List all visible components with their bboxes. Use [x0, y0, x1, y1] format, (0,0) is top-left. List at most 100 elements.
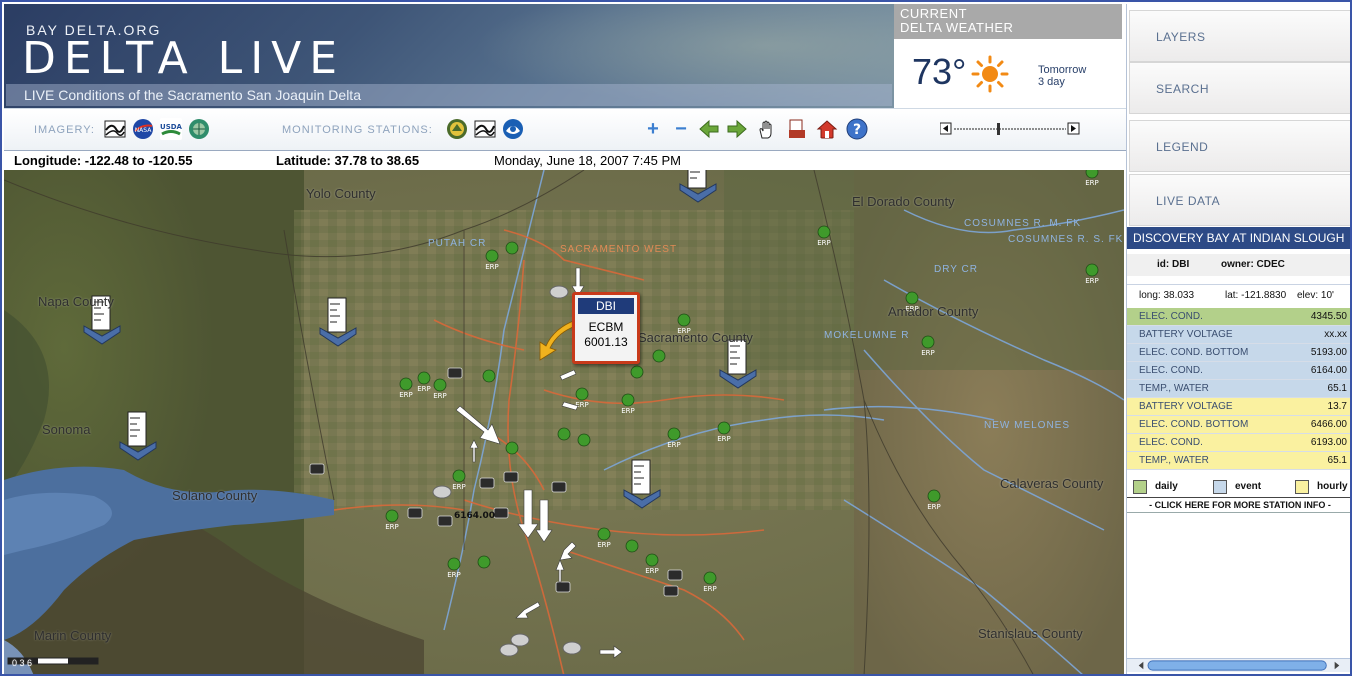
reading-label: ELEC. COND. — [1139, 365, 1203, 376]
popup-station-id: DBI — [578, 298, 634, 314]
place-yolo: Yolo County — [306, 186, 376, 201]
forecast-line2[interactable]: 3 day — [1038, 76, 1086, 88]
reading-row: BATTERY VOLTAGE 13.7 — [1127, 398, 1350, 416]
legend-event-label: event — [1235, 481, 1262, 492]
home-icon[interactable] — [816, 118, 838, 140]
nav-search-button[interactable]: SEARCH — [1129, 62, 1350, 114]
popup-param-value: 6001.13 — [584, 335, 628, 349]
river-cosumnes-s: COSUMNES R. S. FK — [1008, 234, 1124, 245]
river-new-melones: NEW MELONES — [984, 420, 1071, 431]
weather-heading: CURRENT DELTA WEATHER — [894, 4, 1122, 39]
river-putah: PUTAH CR — [428, 238, 487, 249]
nav-legend-button[interactable]: LEGEND — [1129, 120, 1350, 172]
nav-live-data-button[interactable]: LIVE DATA — [1129, 174, 1350, 226]
svg-text:ERP: ERP — [452, 483, 466, 491]
station-id: id: DBI — [1157, 259, 1190, 270]
nasa-icon[interactable]: NASA — [132, 118, 154, 140]
place-stanislaus: Stanislaus County — [978, 626, 1083, 641]
reading-row: TEMP., WATER 65.1 — [1127, 452, 1350, 470]
coordinate-bar: Longitude: -122.48 to -120.55 Latitude: … — [4, 150, 1126, 170]
river-cosumnes-m: COSUMNES R. M. FK — [964, 218, 1082, 229]
svg-text:ERP: ERP — [447, 571, 461, 579]
station-readings: ELEC. COND. 4345.50 BATTERY VOLTAGE xx.xx EL… — [1127, 308, 1350, 470]
svg-text:ERP: ERP — [703, 585, 717, 593]
date-time: Monday, June 18, 2007 7:45 PM — [494, 153, 681, 168]
station-elev: elev: 10' — [1297, 290, 1334, 301]
svg-text:NASA: NASA — [135, 127, 153, 134]
horizontal-scrollbar[interactable] — [1127, 658, 1351, 672]
help-icon[interactable]: ? — [846, 118, 868, 140]
place-napa: Napa County — [38, 294, 114, 309]
time-slider[interactable] — [940, 122, 1080, 136]
svg-text:ERP: ERP — [817, 239, 831, 247]
landsat-icon[interactable] — [104, 118, 126, 140]
place-sacramento: Sacramento County — [638, 330, 753, 345]
river-dry-cr: DRY CR — [934, 264, 978, 275]
map-view[interactable]: ERP ERP ERP ERP ERP ERP ERP ERP ERP ERP … — [4, 170, 1124, 674]
station-long: long: 38.033 — [1139, 290, 1195, 301]
reading-value: 13.7 — [1327, 401, 1347, 412]
reading-label: BATTERY VOLTAGE — [1139, 329, 1233, 340]
weather-heading-line2: DELTA WEATHER — [900, 20, 1014, 35]
legend-event-swatch — [1213, 480, 1227, 494]
svg-text:ERP: ERP — [417, 385, 431, 393]
usgs-icon[interactable] — [446, 118, 468, 140]
noaa-icon[interactable] — [502, 118, 524, 140]
forecast-line1[interactable]: Tomorrow — [1038, 64, 1086, 76]
reading-label: ELEC. COND. BOTTOM — [1139, 419, 1249, 430]
erp-label: ERP — [485, 263, 499, 271]
legend-hourly-swatch — [1295, 480, 1309, 494]
place-calaveras: Calaveras County — [1000, 476, 1104, 491]
monitoring-label: MONITORING STATIONS: — [282, 124, 433, 136]
zoom-in-icon[interactable]: + — [642, 118, 664, 140]
toolbar: IMAGERY: NASA USDA MONITORING STATIONS: … — [4, 108, 1126, 150]
nav-layers-button[interactable]: LAYERS — [1129, 10, 1350, 62]
scale-label: 0 3 6 — [12, 658, 33, 668]
app-title: DELTA LIVE — [22, 33, 346, 84]
svg-text:ERP: ERP — [717, 435, 731, 443]
reading-row: ELEC. COND. 6164.00 — [1127, 362, 1350, 380]
reading-label: TEMP., WATER — [1139, 455, 1209, 466]
zoom-out-icon[interactable]: − — [670, 118, 692, 140]
usda-icon[interactable]: USDA — [160, 118, 182, 140]
svg-text:ERP: ERP — [621, 407, 635, 415]
place-amador: Amador County — [888, 304, 979, 319]
more-station-info-link[interactable]: - CLICK HERE FOR MORE STATION INFO - — [1127, 497, 1350, 513]
weather-temperature: 73° — [912, 51, 967, 92]
reading-label: ELEC. COND. BOTTOM — [1139, 347, 1249, 358]
svg-text:?: ? — [853, 122, 861, 138]
app-subtitle: LIVE Conditions of the Sacramento San Jo… — [6, 84, 892, 106]
reading-label: TEMP., WATER — [1139, 383, 1209, 394]
reading-label: BATTERY VOLTAGE — [1139, 401, 1233, 412]
pan-left-icon[interactable] — [698, 118, 720, 140]
app-window: BAY DELTA.ORG DELTA LIVE LIVE Conditions… — [0, 0, 1352, 676]
svg-text:ERP: ERP — [927, 503, 941, 511]
svg-text:ERP: ERP — [1085, 179, 1099, 187]
cdec-icon[interactable] — [474, 118, 496, 140]
reading-row: ELEC. COND. 6193.00 — [1127, 434, 1350, 452]
legend-daily-label: daily — [1155, 481, 1178, 492]
station-id-row: id: DBI owner: CDEC — [1127, 254, 1350, 276]
hand-icon[interactable] — [756, 118, 778, 140]
reading-value: 65.1 — [1327, 383, 1347, 394]
forecast-link[interactable]: Tomorrow 3 day — [1038, 64, 1086, 88]
place-solano: Solano County — [172, 488, 258, 503]
reading-value: 5193.00 — [1310, 347, 1347, 358]
svg-text:ERP: ERP — [921, 349, 935, 357]
station-popup[interactable]: DBI ECBM 6001.13 — [572, 292, 640, 364]
svg-text:ERP: ERP — [385, 523, 399, 531]
weather-heading-line1: CURRENT — [900, 6, 968, 21]
print-icon[interactable] — [786, 118, 808, 140]
reading-row: ELEC. COND. 4345.50 — [1127, 308, 1350, 326]
svg-text:ERP: ERP — [645, 567, 659, 575]
river-sacramento-west: SACRAMENTO WEST — [560, 244, 678, 255]
station-owner: owner: CDEC — [1221, 259, 1285, 270]
legend-daily-swatch — [1133, 480, 1147, 494]
river-mokelumne: MOKELUMNE R — [824, 330, 910, 341]
pan-right-icon[interactable] — [726, 118, 748, 140]
globe-icon[interactable] — [188, 118, 210, 140]
header-banner: BAY DELTA.ORG DELTA LIVE LIVE Conditions… — [4, 4, 894, 108]
svg-text:ERP: ERP — [667, 441, 681, 449]
weather-widget: CURRENT DELTA WEATHER 73° Tomorrow 3 day — [894, 4, 1124, 108]
station-lat: lat: -121.8830 — [1225, 290, 1287, 301]
